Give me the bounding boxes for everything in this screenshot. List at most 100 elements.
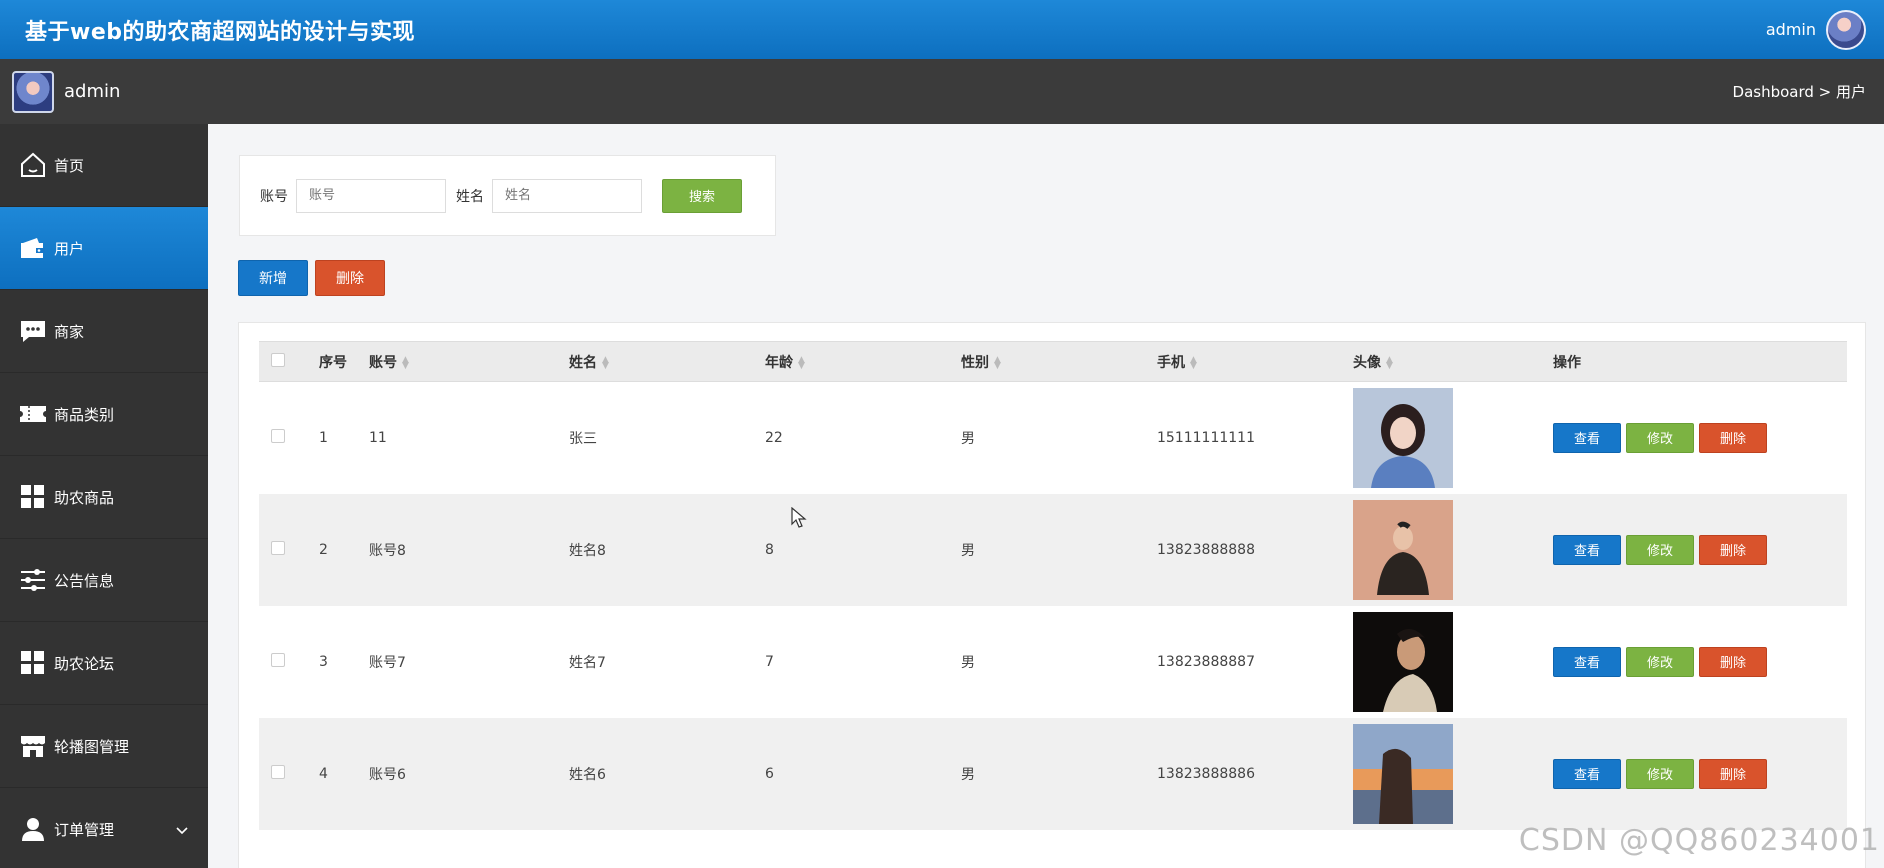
name-search-input[interactable] <box>492 178 642 213</box>
user-table: 序号 账号 ▲ ▼ 姓名 ▲ ▼ 年龄 ▲ ▼ 性别 ▲ ▼ 手机 ▲ ▼ 头像 ▲ ▼ 操作 1 11… <box>259 341 1847 830</box>
cell-index: 3 <box>319 653 328 670</box>
sidebar-item-merchants[interactable]: 商家 <box>0 290 208 373</box>
column-header-phone[interactable]: 手机 ▲ ▼ <box>1157 342 1353 382</box>
sidebar-item-label: 轮播图管理 <box>54 737 130 756</box>
mouse-cursor-icon <box>791 507 807 528</box>
sort-icon[interactable]: ▲ ▼ <box>1386 355 1393 370</box>
sidebar-item-products[interactable]: 助农商品 <box>0 456 208 539</box>
sidebar-item-orders[interactable]: 订单管理 <box>0 788 208 868</box>
breadcrumb: Dashboard > 用户 <box>1732 83 1866 101</box>
account-search-input[interactable] <box>296 178 446 213</box>
edit-button[interactable]: 修改 <box>1626 534 1694 565</box>
view-button[interactable]: 查看 <box>1553 534 1621 565</box>
profile-avatar <box>12 70 54 113</box>
sidebar: 首页 用户 商家 商品类别 助农商品 公告信息 助农论坛 轮播图管理 订单管理 <box>0 124 208 868</box>
user-avatar-image <box>1353 499 1453 600</box>
edit-button[interactable]: 修改 <box>1626 646 1694 677</box>
table-row: 4 账号6 姓名6 6 男 13823888886 查看 修改 删除 <box>259 717 1847 830</box>
chevron-down-icon[interactable] <box>176 821 188 839</box>
select-all-checkbox[interactable] <box>271 352 285 367</box>
grid-icon <box>18 482 48 512</box>
name-label: 姓名 <box>456 188 484 205</box>
sort-icon[interactable]: ▲ ▼ <box>402 355 409 370</box>
column-header-actions: 操作 <box>1553 354 1581 371</box>
sidebar-item-forum[interactable]: 助农论坛 <box>0 622 208 705</box>
sidebar-item-categories[interactable]: 商品类别 <box>0 373 208 456</box>
user-avatar-image <box>1353 723 1453 824</box>
cell-name: 姓名8 <box>569 542 606 559</box>
cell-account: 账号7 <box>369 654 406 671</box>
edit-button[interactable]: 修改 <box>1626 758 1694 789</box>
search-button[interactable]: 搜索 <box>662 178 742 213</box>
column-header-name[interactable]: 姓名 ▲ ▼ <box>569 342 765 382</box>
grid-icon <box>18 648 48 678</box>
sidebar-item-label: 公告信息 <box>54 571 115 590</box>
column-header-avatar[interactable]: 头像 ▲ ▼ <box>1353 342 1553 382</box>
cell-account: 11 <box>369 429 387 446</box>
cell-account: 账号8 <box>369 542 406 559</box>
view-button[interactable]: 查看 <box>1553 646 1621 677</box>
profile-bar: admin Dashboard > 用户 <box>0 59 1884 124</box>
row-checkbox[interactable] <box>271 652 285 667</box>
table-row: 3 账号7 姓名7 7 男 13823888887 查看 修改 删除 <box>259 606 1847 718</box>
store-icon <box>18 731 48 761</box>
sidebar-item-label: 商品类别 <box>54 405 115 424</box>
sort-icon[interactable]: ▲ ▼ <box>602 355 609 370</box>
cell-gender: 男 <box>961 430 975 447</box>
search-panel: 账号 姓名 搜索 <box>239 155 776 236</box>
delete-button[interactable]: 删除 <box>1699 646 1767 677</box>
sidebar-item-home[interactable]: 首页 <box>0 124 208 207</box>
home-icon <box>18 150 48 180</box>
column-header-age[interactable]: 年龄 ▲ ▼ <box>765 342 961 382</box>
delete-button[interactable]: 删除 <box>1699 422 1767 453</box>
app-title: 基于web的助农商超网站的设计与实现 <box>25 19 415 45</box>
main-content: 账号 姓名 搜索 新增 删除 序号 账号▲▼ 姓名▲▼ 年龄▲▼ 性别▲▼ 手机… <box>208 124 1884 868</box>
header-username: admin <box>1765 20 1816 39</box>
sidebar-item-label: 首页 <box>54 156 85 175</box>
sidebar-item-users[interactable]: 用户 <box>0 207 208 290</box>
user-icon <box>18 814 48 844</box>
sidebar-item-carousel[interactable]: 轮播图管理 <box>0 705 208 788</box>
view-button[interactable]: 查看 <box>1553 422 1621 453</box>
row-checkbox[interactable] <box>271 428 285 443</box>
header-avatar[interactable] <box>1826 9 1866 50</box>
cell-gender: 男 <box>961 766 975 783</box>
cell-phone: 13823888888 <box>1157 541 1255 558</box>
column-header-gender[interactable]: 性别 ▲ ▼ <box>961 342 1157 382</box>
delete-button[interactable]: 删除 <box>1699 534 1767 565</box>
add-button[interactable]: 新增 <box>238 260 308 296</box>
cell-account: 账号6 <box>369 766 406 783</box>
chat-icon <box>18 316 48 346</box>
user-table-panel: 序号 账号 ▲ ▼ 姓名 ▲ ▼ 年龄 ▲ ▼ 性别 ▲ ▼ 手机 ▲ ▼ 头像 ▲ ▼ 操作 1 11… <box>238 322 1866 868</box>
sidebar-item-label: 助农论坛 <box>54 654 115 673</box>
cell-index: 1 <box>319 429 328 446</box>
watermark: CSDN @QQ860234001 <box>1518 823 1880 858</box>
delete-button[interactable]: 删除 <box>1699 758 1767 789</box>
bulk-delete-button[interactable]: 删除 <box>315 260 385 296</box>
sort-icon[interactable]: ▲ ▼ <box>994 355 1001 370</box>
user-avatar-image <box>1353 611 1453 712</box>
cell-gender: 男 <box>961 654 975 671</box>
row-checkbox[interactable] <box>271 764 285 779</box>
ticket-icon <box>18 399 48 429</box>
account-label: 账号 <box>260 188 288 205</box>
row-checkbox[interactable] <box>271 540 285 555</box>
sidebar-profile: admin <box>12 70 121 113</box>
cell-age: 22 <box>765 429 783 446</box>
table-row: 2 账号8 姓名8 8 男 13823888888 查看 修改 删除 <box>259 493 1847 606</box>
column-header-account[interactable]: 账号 ▲ ▼ <box>369 342 569 382</box>
header-user-menu[interactable]: admin <box>1765 9 1866 50</box>
edit-button[interactable]: 修改 <box>1626 422 1694 453</box>
wallet-icon <box>18 233 48 263</box>
view-button[interactable]: 查看 <box>1553 758 1621 789</box>
table-header-row: 序号 账号 ▲ ▼ 姓名 ▲ ▼ 年龄 ▲ ▼ 性别 ▲ ▼ 手机 ▲ ▼ 头像 ▲ ▼ 操作 <box>259 341 1847 382</box>
sidebar-item-label: 助农商品 <box>54 488 115 507</box>
sidebar-item-announcements[interactable]: 公告信息 <box>0 539 208 622</box>
sort-icon[interactable]: ▲ ▼ <box>798 355 805 370</box>
profile-name: admin <box>64 81 121 102</box>
sort-icon[interactable]: ▲ ▼ <box>1190 355 1197 370</box>
cell-name: 张三 <box>569 430 597 447</box>
user-avatar-image <box>1353 387 1453 488</box>
column-header-index: 序号 <box>319 354 347 371</box>
cell-phone: 15111111111 <box>1157 429 1255 446</box>
